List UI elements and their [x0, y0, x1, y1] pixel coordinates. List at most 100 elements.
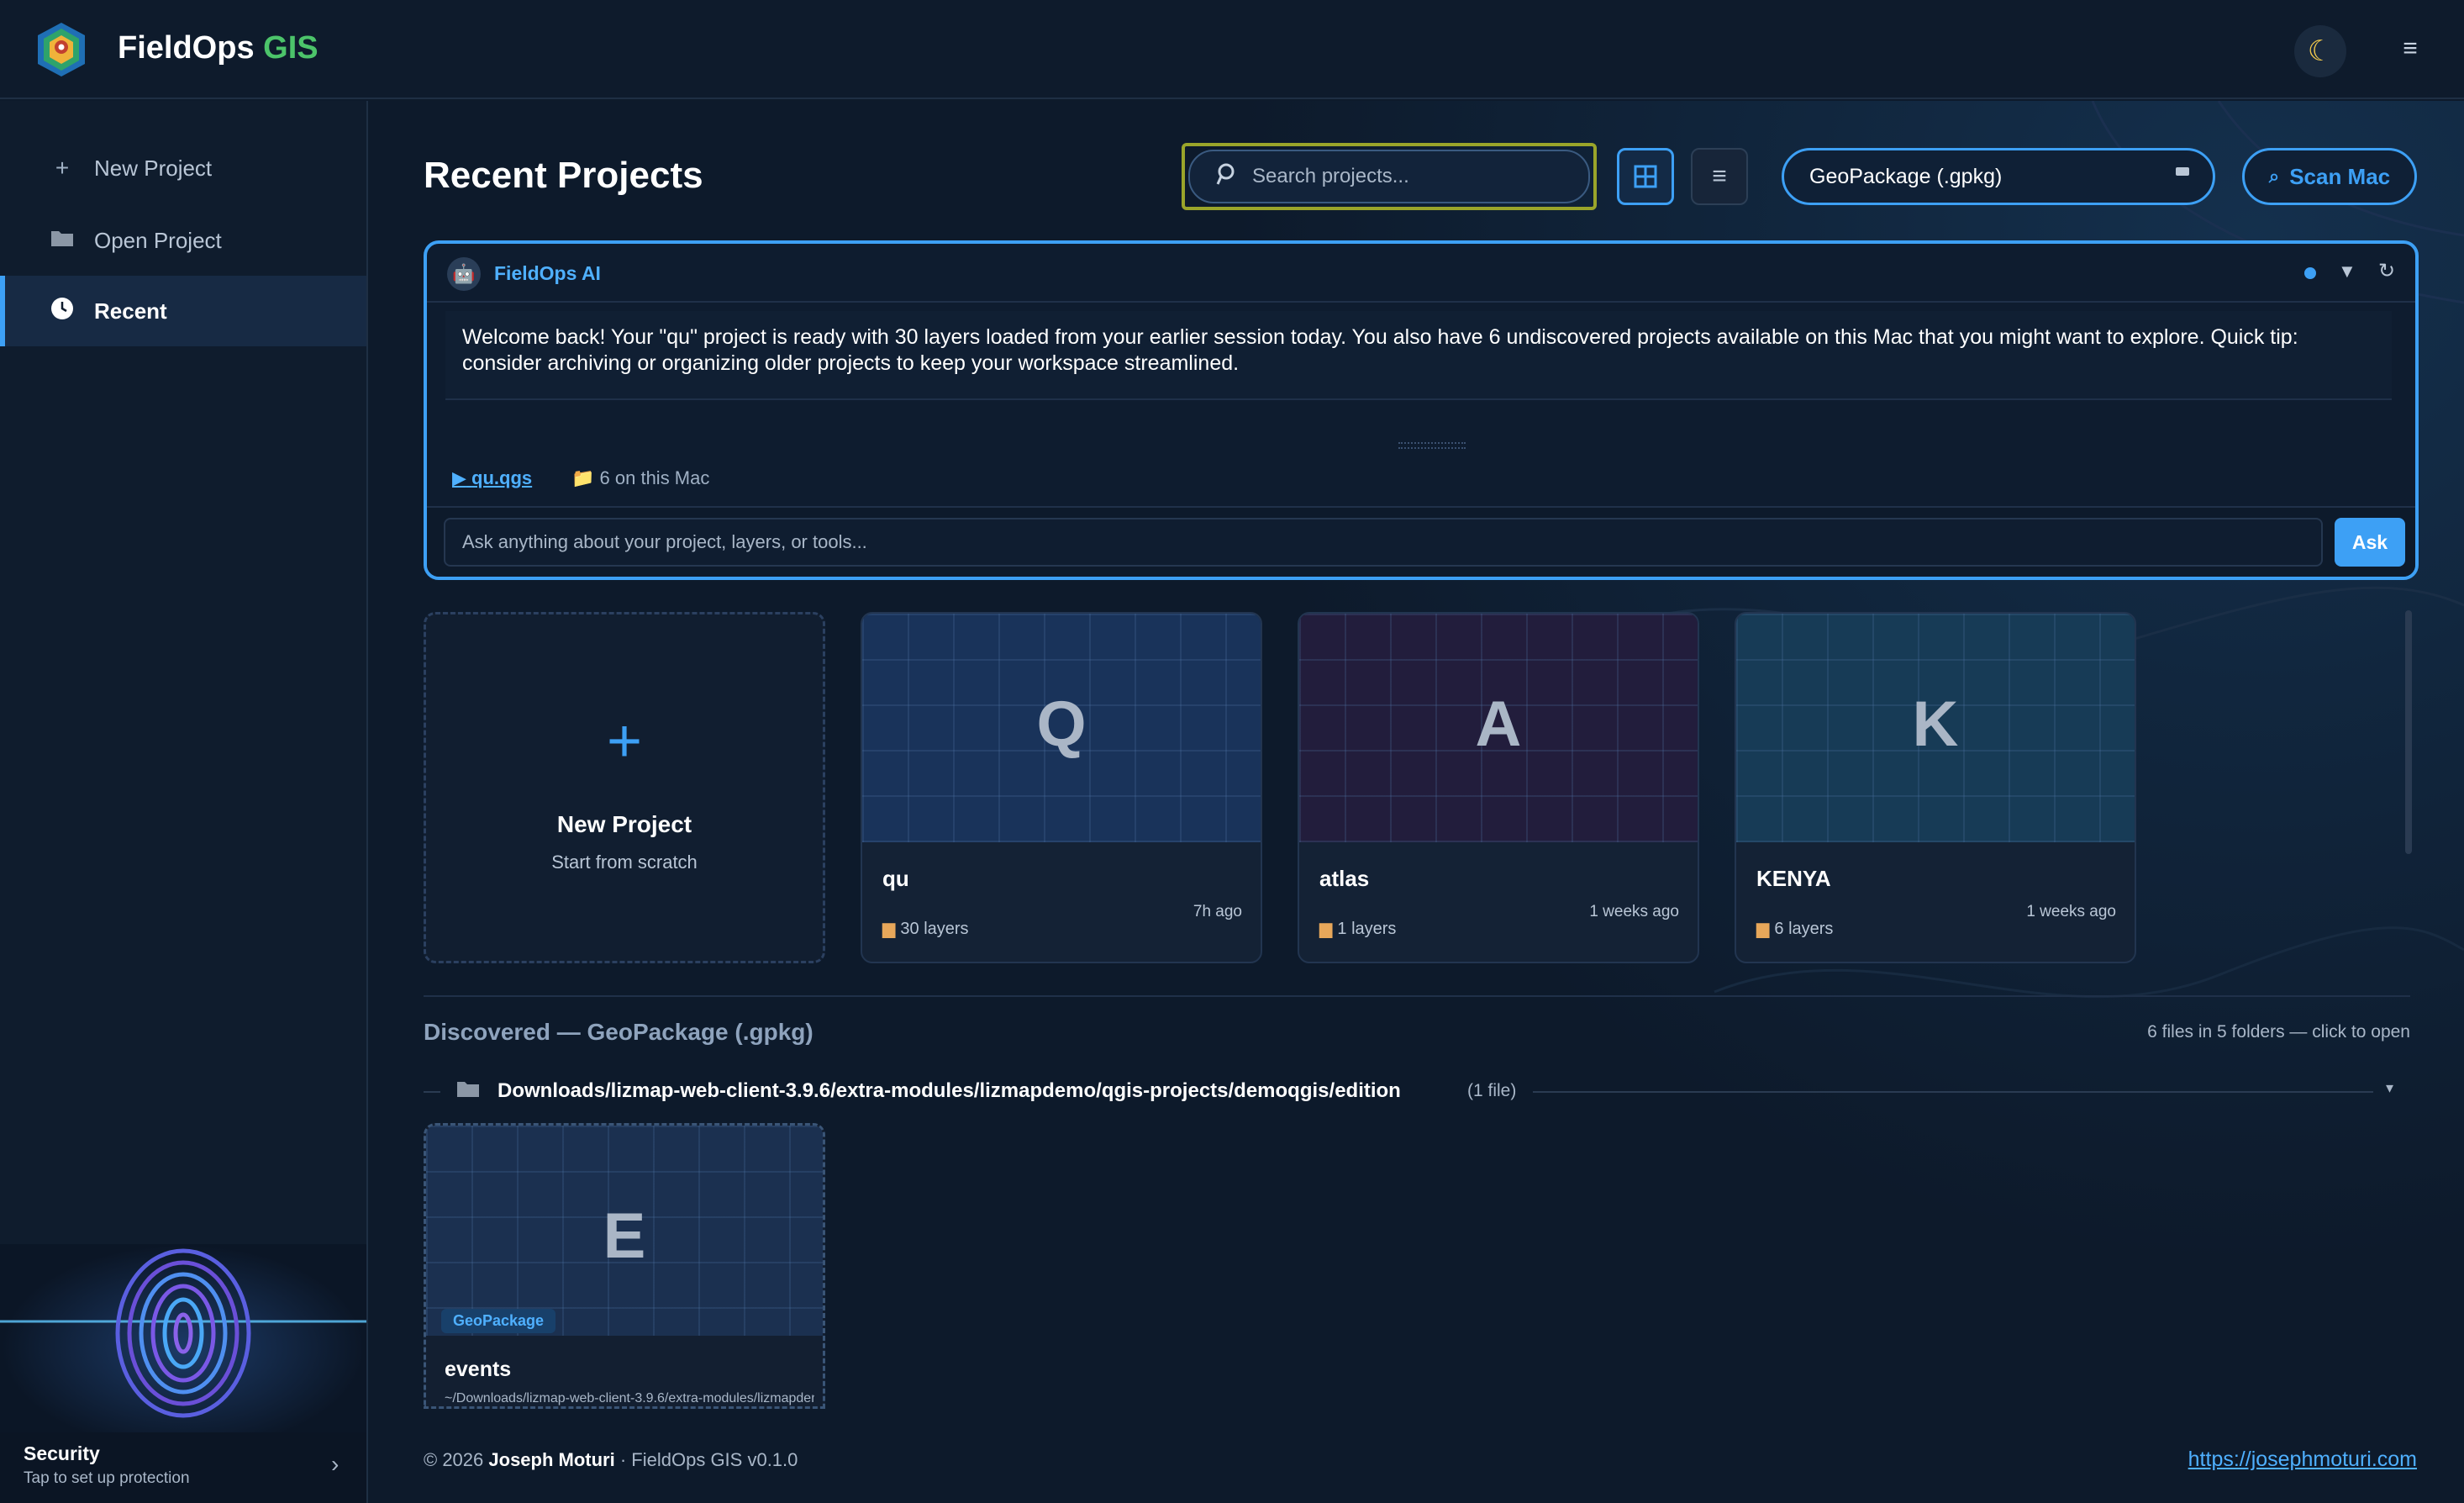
project-initial: A	[1475, 688, 1522, 760]
footer-version: · FieldOps GIS v0.1.0	[619, 1449, 798, 1470]
project-layers-label: 1 layers	[1337, 920, 1397, 938]
folder-file-count: (1 file)	[1467, 1081, 1517, 1100]
project-layers: ▆ 1 layers	[1319, 918, 1396, 939]
section-divider	[424, 995, 2410, 997]
footer-credits: © 2026 Joseph Moturi · FieldOps GIS v0.1…	[424, 1449, 798, 1471]
project-initial: K	[1912, 688, 1959, 760]
collapse-icon[interactable]: ▼	[2338, 261, 2356, 282]
ai-name: FieldOps AI	[494, 262, 601, 284]
brand-name: FieldOps	[118, 30, 255, 66]
format-select-value: GeoPackage (.gpkg)	[1809, 164, 2003, 188]
app-brand: FieldOps GIS	[118, 30, 319, 66]
project-name: KENYA	[1756, 866, 1831, 891]
resize-handle-icon[interactable]	[1398, 442, 1466, 449]
refresh-icon[interactable]: ↻	[2378, 259, 2395, 283]
discovered-folder-row[interactable]: Downloads/lizmap-web-client-3.9.6/extra-…	[424, 1076, 2410, 1110]
sidebar: + New Project Open Project Recent Securi…	[0, 101, 368, 1503]
folder-icon	[47, 227, 77, 254]
robot-icon: 🤖	[447, 257, 481, 291]
footer-author: Joseph Moturi	[488, 1449, 615, 1470]
mac-projects-chip[interactable]: 📁 6 on this Mac	[571, 467, 709, 489]
page-title: Recent Projects	[424, 155, 703, 196]
project-layers: ▆ 6 layers	[1756, 918, 1833, 939]
ai-panel-header: 🤖 FieldOps AI ▼ ↻	[427, 244, 2415, 303]
main-content: Recent Projects ≡ GeoPackage (.gpkg) ⌕ S…	[370, 101, 2464, 1503]
search-icon	[1215, 162, 1239, 192]
project-card-atlas[interactable]: A atlas 1 weeks ago ▆ 1 layers	[1298, 612, 1699, 963]
dropdown-icon	[2176, 167, 2189, 176]
ai-message: Welcome back! Your "qu" project is ready…	[445, 311, 2392, 400]
discovered-meta: 6 files in 5 folders — click to open	[2147, 1022, 2410, 1042]
divider-line	[1533, 1091, 2373, 1093]
chevron-right-icon: ›	[331, 1451, 340, 1477]
top-bar: FieldOps GIS ☾ ≡	[0, 0, 2464, 99]
project-card-qu[interactable]: Q qu 7h ago ▆ 30 layers	[861, 612, 1262, 963]
project-chip-label: qu.qgs	[471, 467, 533, 488]
security-panel[interactable]: Security Tap to set up protection ›	[0, 1432, 366, 1503]
fingerprint-illustration	[0, 1244, 366, 1432]
fingerprint-icon	[0, 1248, 366, 1418]
project-thumbnail: Q	[862, 614, 1261, 842]
project-layers-label: 6 layers	[1774, 920, 1834, 938]
project-initial: Q	[1036, 688, 1087, 760]
scan-mac-button[interactable]: ⌕ Scan Mac	[2242, 148, 2417, 205]
footer-copyright: © 2026	[424, 1449, 484, 1470]
list-icon: ≡	[1712, 162, 1727, 190]
clock-icon	[47, 296, 77, 327]
search-box[interactable]	[1188, 150, 1590, 203]
sidebar-item-label: Open Project	[94, 227, 222, 253]
ask-button[interactable]: Ask	[2335, 518, 2405, 567]
new-project-title: New Project	[556, 811, 692, 837]
folder-icon: ▆	[882, 920, 896, 938]
security-subtitle: Tap to set up protection	[24, 1469, 190, 1487]
ai-assistant-panel: 🤖 FieldOps AI ▼ ↻ Welcome back! Your "qu…	[424, 240, 2419, 580]
project-thumbnail: A	[1299, 614, 1698, 842]
list-view-button[interactable]: ≡	[1691, 148, 1748, 205]
project-layers-label: 30 layers	[900, 920, 969, 938]
file-initial: E	[603, 1200, 646, 1272]
project-thumbnail: K	[1736, 614, 2135, 842]
sidebar-item-open-project[interactable]: Open Project	[0, 205, 366, 276]
sidebar-item-new-project[interactable]: + New Project	[0, 133, 366, 203]
file-thumbnail: E	[426, 1126, 823, 1336]
security-title: Security	[24, 1442, 100, 1464]
new-project-card[interactable]: + New Project Start from scratch	[424, 612, 825, 963]
file-path: ~/Downloads/lizmap-web-client-3.9.6/extr…	[445, 1391, 814, 1405]
brand-accent: GIS	[263, 30, 319, 66]
project-layers: ▆ 30 layers	[882, 918, 969, 939]
chevron-down-icon[interactable]: ▾	[2386, 1079, 2393, 1097]
discovered-file-card[interactable]: E GeoPackage events ~/Downloads/lizmap-w…	[424, 1123, 825, 1409]
project-time: 1 weeks ago	[1589, 903, 1679, 920]
folder-path: Downloads/lizmap-web-client-3.9.6/extra-…	[498, 1079, 1401, 1102]
discovered-title: Discovered — GeoPackage (.gpkg)	[424, 1019, 813, 1045]
project-chip[interactable]: ▶ qu.qgs	[452, 467, 532, 489]
grid-view-button[interactable]	[1617, 148, 1674, 205]
folder-icon: ▆	[1756, 920, 1770, 938]
hamburger-icon: ≡	[2403, 34, 2418, 62]
project-time: 1 weeks ago	[2026, 903, 2116, 920]
new-project-subtitle: Start from scratch	[551, 852, 698, 873]
ai-ask-input[interactable]	[444, 518, 2323, 567]
grid-icon	[1634, 165, 1657, 188]
sidebar-item-recent[interactable]: Recent	[0, 276, 366, 346]
play-icon: ▶	[452, 467, 466, 488]
divider-line	[424, 1091, 440, 1093]
scrollbar[interactable]	[2405, 610, 2412, 854]
file-name: events	[445, 1358, 512, 1381]
folder-icon	[455, 1078, 481, 1105]
app-logo-icon	[38, 23, 85, 76]
format-select[interactable]: GeoPackage (.gpkg)	[1782, 148, 2215, 205]
project-name: qu	[882, 866, 909, 891]
mac-projects-chip-label: 6 on this Mac	[599, 467, 710, 488]
theme-toggle-button[interactable]: ☾	[2294, 25, 2346, 77]
project-card-kenya[interactable]: K KENYA 1 weeks ago ▆ 6 layers	[1735, 612, 2136, 963]
website-link[interactable]: https://josephmoturi.com	[2188, 1448, 2417, 1472]
search-input[interactable]	[1252, 165, 1572, 188]
search-icon: ⌕	[2268, 166, 2280, 187]
moon-icon: ☾	[2307, 35, 2334, 67]
menu-button[interactable]: ≡	[2395, 34, 2425, 64]
sidebar-item-label: New Project	[94, 155, 213, 181]
ai-input-row: Ask	[427, 506, 2415, 577]
format-badge: GeoPackage	[441, 1309, 556, 1333]
sidebar-item-label: Recent	[94, 298, 167, 324]
